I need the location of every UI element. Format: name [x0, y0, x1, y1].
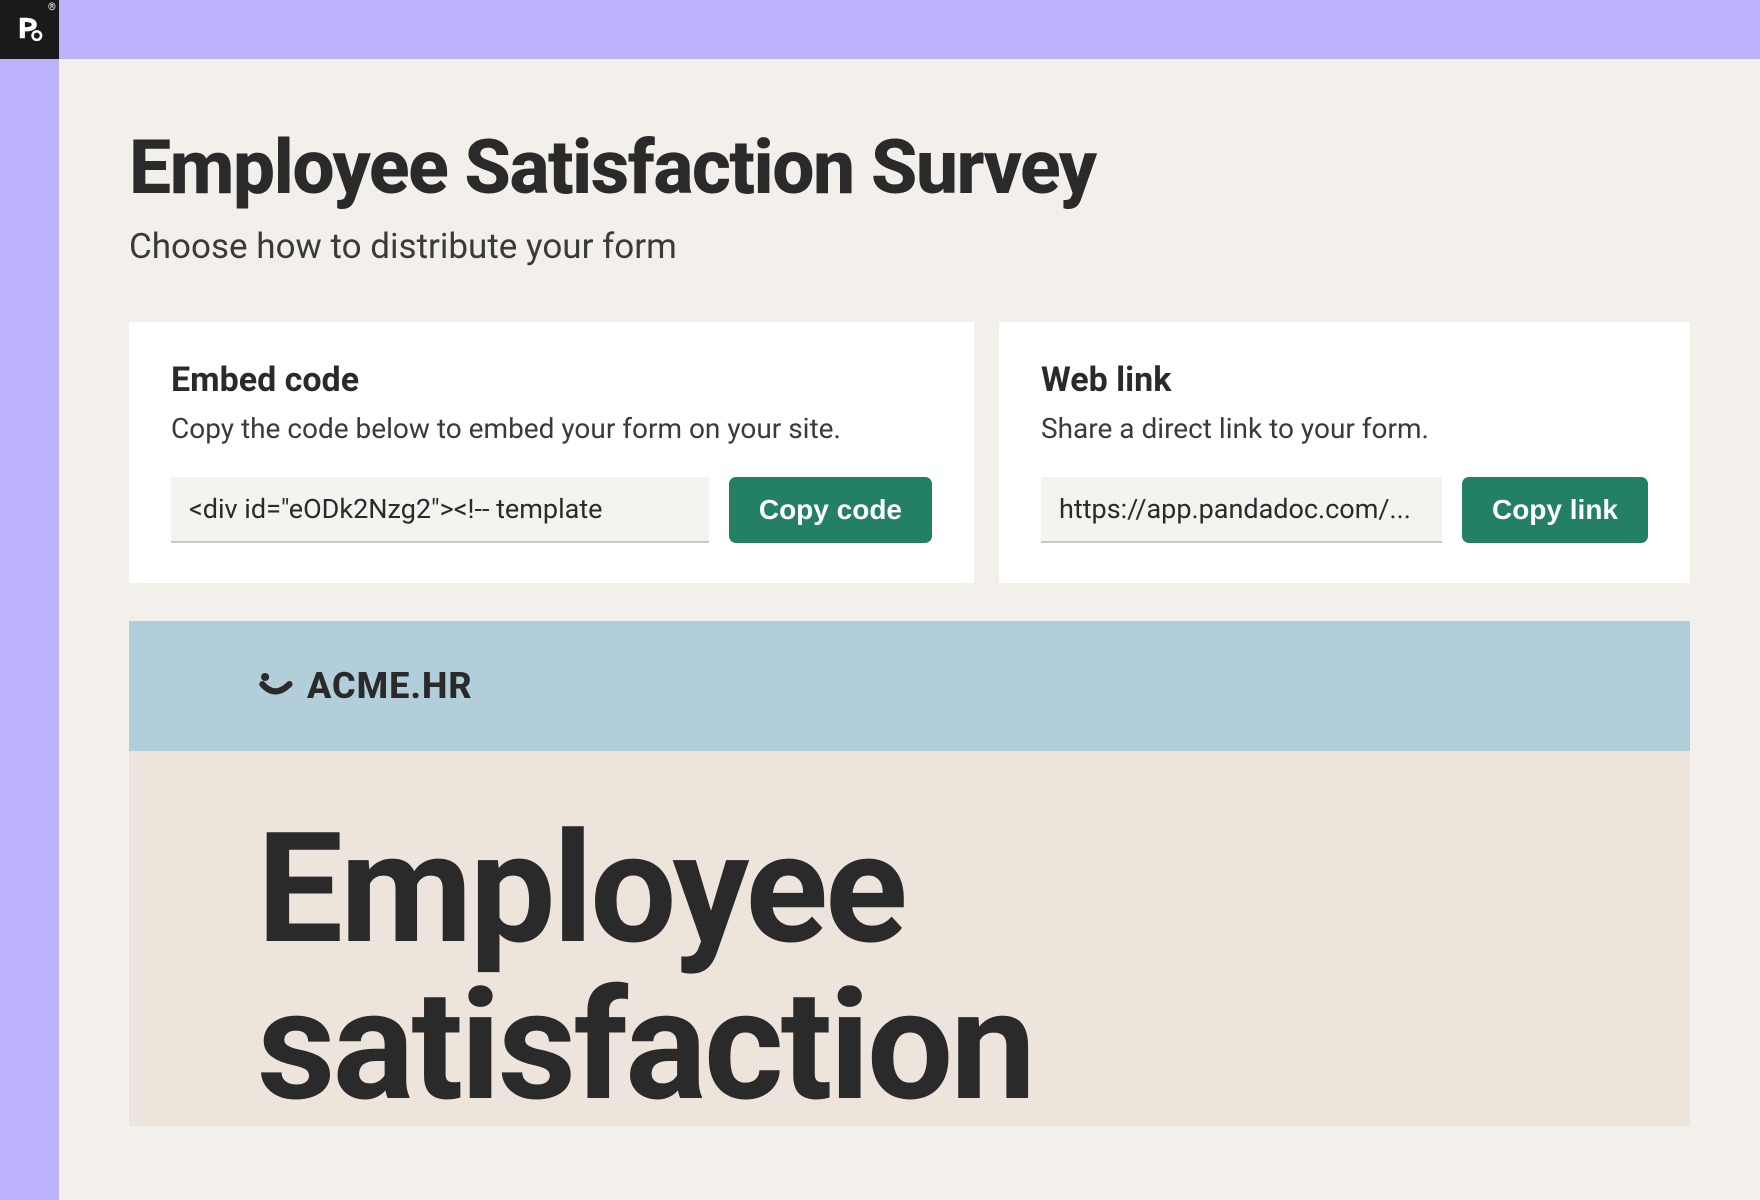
copy-code-button[interactable]: Copy code	[729, 477, 932, 543]
form-preview-area: ACME.HR Employee satisfaction	[129, 621, 1690, 1126]
page-title: Employee Satisfaction Survey	[129, 129, 1690, 208]
web-link-card: Web link Share a direct link to your for…	[999, 322, 1690, 583]
preview-brand-name: ACME.HR	[307, 665, 473, 707]
app-logo-corner[interactable]: ®	[0, 0, 59, 59]
weblink-row: Copy link	[1041, 477, 1648, 543]
registered-mark: ®	[48, 2, 56, 13]
copy-link-button[interactable]: Copy link	[1462, 477, 1648, 543]
embed-card-description: Copy the code below to embed your form o…	[171, 412, 932, 445]
smile-icon	[257, 668, 293, 704]
pandadoc-logo-icon	[13, 11, 47, 49]
preview-header: ACME.HR	[129, 621, 1690, 751]
embed-code-row: Copy code	[171, 477, 932, 543]
weblink-card-description: Share a direct link to your form.	[1041, 412, 1648, 445]
embed-code-input[interactable]	[171, 477, 709, 543]
page-subtitle: Choose how to distribute your form	[129, 226, 1690, 267]
preview-form-title: Employee satisfaction	[257, 811, 1562, 1126]
embed-code-card: Embed code Copy the code below to embed …	[129, 322, 974, 583]
preview-body: Employee satisfaction	[129, 751, 1690, 1126]
distribution-cards-row: Embed code Copy the code below to embed …	[129, 322, 1690, 583]
main-panel: Employee Satisfaction Survey Choose how …	[59, 59, 1760, 1200]
embed-card-title: Embed code	[171, 360, 932, 400]
weblink-input[interactable]	[1041, 477, 1442, 543]
weblink-card-title: Web link	[1041, 360, 1648, 400]
